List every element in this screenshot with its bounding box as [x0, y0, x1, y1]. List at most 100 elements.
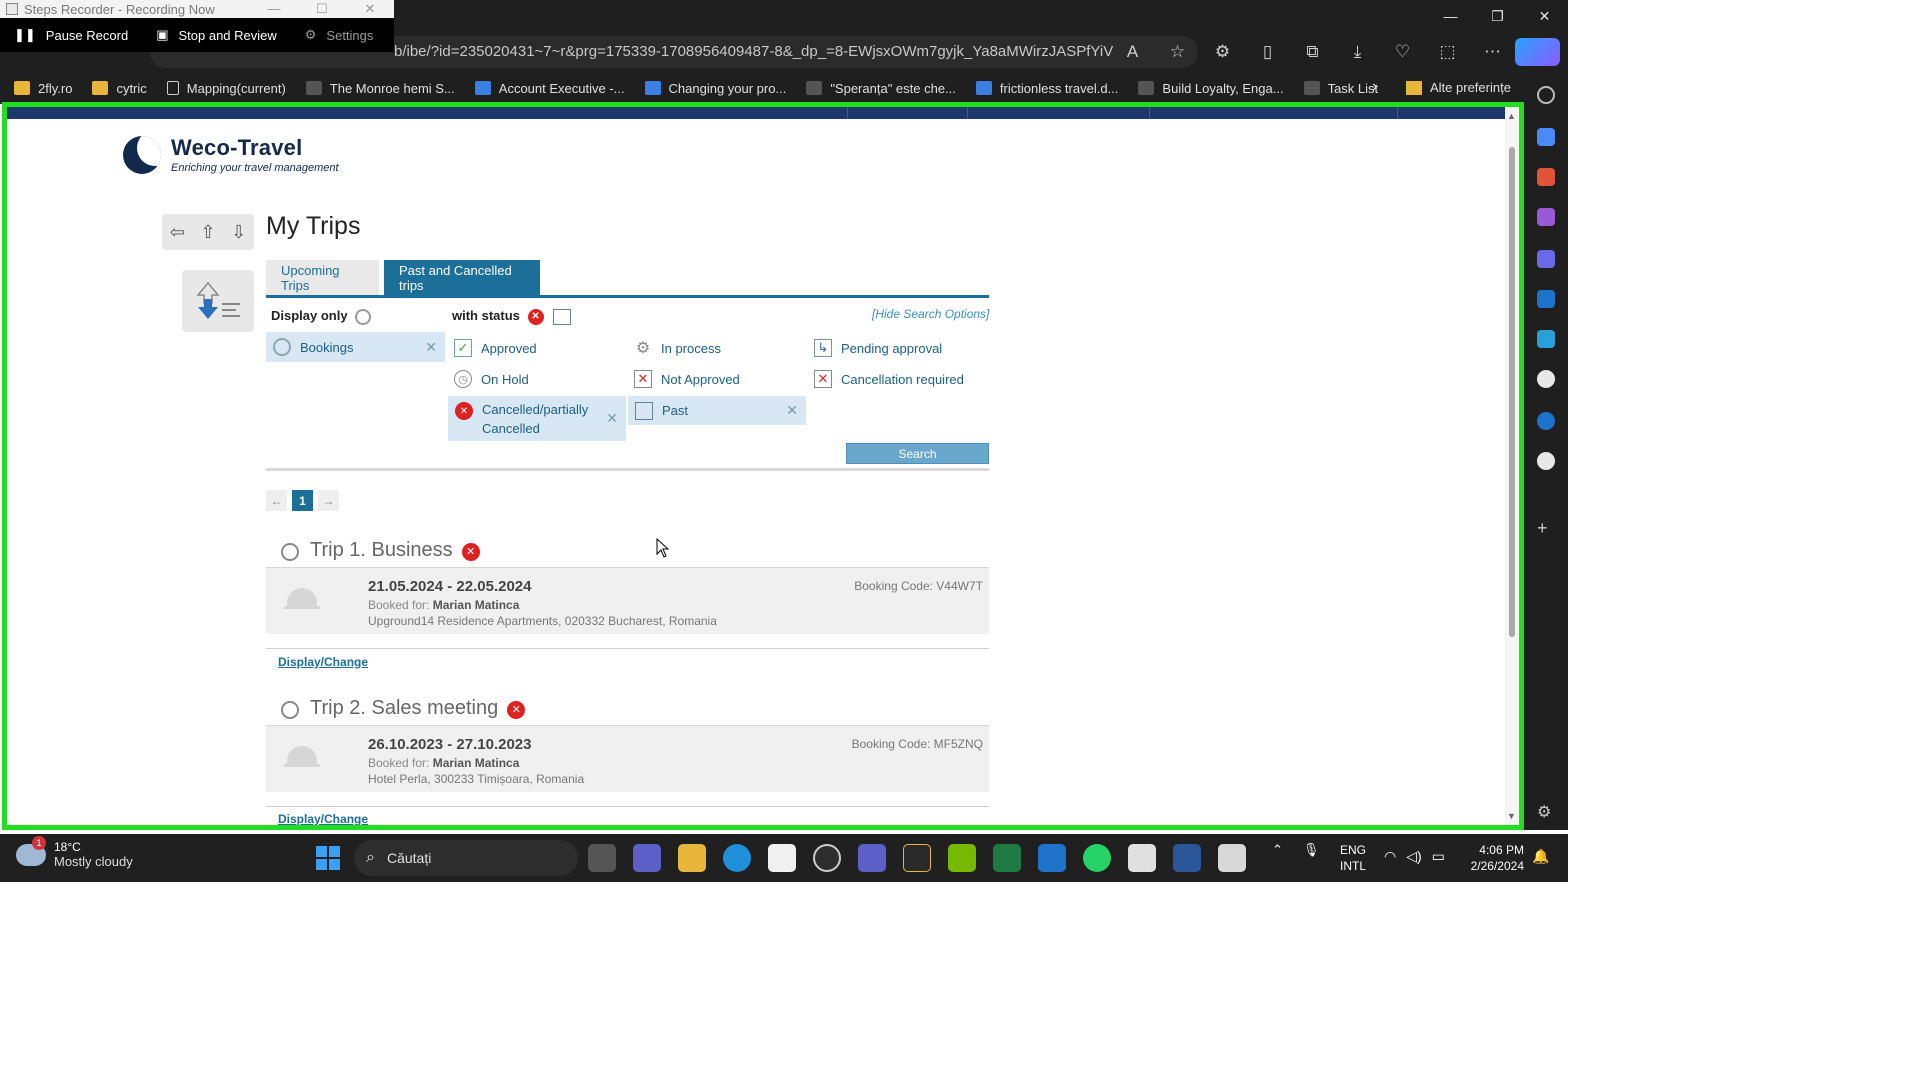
recorder-close-icon[interactable]: ✕: [346, 1, 394, 17]
filter-pending-approval[interactable]: ↳ Pending approval: [814, 339, 942, 357]
hide-search-options-link[interactable]: [Hide Search Options]: [872, 307, 989, 321]
outlook-icon[interactable]: [1038, 844, 1066, 872]
close-icon[interactable]: ✕: [1521, 0, 1568, 32]
status-icons[interactable]: ◠ ◁) ▭: [1384, 848, 1445, 865]
steps-recorder-icon[interactable]: [1128, 844, 1156, 872]
page-1-button[interactable]: 1: [292, 490, 313, 511]
collections-icon[interactable]: ⧉: [1290, 42, 1335, 62]
downloads-icon[interactable]: ⤓: [1335, 42, 1380, 62]
a-icon[interactable]: [1537, 412, 1555, 430]
tab-upcoming-trips[interactable]: Upcoming Trips: [266, 260, 379, 295]
scroll-down-icon[interactable]: ▼: [1507, 811, 1516, 821]
teams-work-icon[interactable]: [858, 844, 886, 872]
store-icon[interactable]: [768, 844, 796, 872]
task-view-icon[interactable]: [588, 844, 616, 872]
microphone-icon[interactable]: 🎙: [1303, 842, 1320, 858]
filter-cancellation-required[interactable]: ✕ Cancellation required: [814, 370, 964, 388]
filter-on-hold[interactable]: ◷ On Hold: [454, 370, 529, 388]
file-explorer-icon[interactable]: [678, 844, 706, 872]
scroll-thumb[interactable]: [1509, 147, 1515, 637]
dell-icon[interactable]: [813, 844, 841, 872]
bookmark-label: Task List: [1327, 80, 1379, 96]
page-scrollbar[interactable]: ▲ ▼: [1505, 107, 1519, 825]
bookmark-item[interactable]: Account Executive -...: [474, 81, 625, 96]
teams-icon[interactable]: [633, 844, 661, 872]
remove-filter-icon[interactable]: ✕: [606, 410, 618, 427]
bookmark-item[interactable]: The Monroe hemi S...: [305, 81, 455, 96]
word-icon[interactable]: [1173, 844, 1201, 872]
send-icon[interactable]: [1537, 330, 1555, 348]
down-arrow-icon[interactable]: ⇩: [231, 222, 246, 243]
filter-in-process[interactable]: ⚙ In process: [634, 339, 721, 357]
filter-bookings[interactable]: Bookings ✕: [266, 332, 445, 362]
filter-cancelled[interactable]: ✕ Cancelled/partially Cancelled ✕: [448, 396, 626, 441]
language-indicator[interactable]: ENG INTL: [1340, 842, 1366, 874]
outlook-icon[interactable]: [1537, 290, 1555, 308]
next-page-button[interactable]: →: [318, 490, 339, 511]
bookmark-item[interactable]: Build Loyalty, Enga...: [1138, 81, 1284, 96]
bookmark-item[interactable]: "Speranța" este che...: [806, 81, 956, 96]
performance-icon[interactable]: ♡: [1380, 42, 1425, 62]
toolbox-icon[interactable]: [1537, 168, 1555, 186]
bookmark-item[interactable]: Task List: [1303, 80, 1379, 96]
chess-icon[interactable]: [1537, 208, 1555, 226]
minimize-icon[interactable]: —: [1427, 0, 1474, 32]
start-button[interactable]: [316, 846, 340, 870]
snipping-tool-icon[interactable]: [1218, 844, 1246, 872]
favorite-star-icon[interactable]: ☆: [1155, 42, 1200, 62]
folder-icon: [92, 81, 109, 95]
read-aloud-icon[interactable]: A: [1110, 42, 1155, 62]
chevron-up-icon[interactable]: ⌃: [1272, 842, 1283, 858]
bookmark-item[interactable]: cytric: [92, 81, 147, 96]
add-icon[interactable]: +: [1537, 518, 1555, 538]
nvidia-icon[interactable]: [948, 844, 976, 872]
whatsapp-icon[interactable]: [1083, 844, 1111, 872]
bookmark-item[interactable]: frictionless travel.d...: [975, 81, 1118, 96]
copilot-icon[interactable]: [1515, 38, 1560, 66]
display-change-link[interactable]: Display/Change: [278, 655, 368, 669]
extensions-icon[interactable]: ⚙: [1200, 42, 1245, 62]
split-screen-icon[interactable]: ▯: [1245, 42, 1290, 62]
notification-bell-icon[interactable]: 🔔: [1532, 848, 1549, 865]
prev-page-button[interactable]: ←: [266, 490, 287, 511]
url-text[interactable]: b/ibe/?id=235020431~7~r&prg=175339-17089…: [394, 43, 1114, 60]
scroll-up-icon[interactable]: ▲: [1507, 111, 1516, 121]
stop-and-review-button[interactable]: ▣ Stop and Review: [142, 18, 291, 52]
remove-filter-icon[interactable]: ✕: [786, 402, 798, 419]
excel-icon[interactable]: [993, 844, 1021, 872]
chevron-right-icon[interactable]: ›: [1372, 78, 1377, 96]
gear-icon[interactable]: ⚙: [1537, 802, 1555, 821]
clock[interactable]: 4:06 PM 2/26/2024: [1464, 842, 1524, 874]
more-icon[interactable]: ⋯: [1470, 42, 1515, 62]
taskbar-search[interactable]: ⌕ Căutați: [354, 840, 578, 876]
search-button[interactable]: Search: [846, 443, 989, 464]
filter-past[interactable]: Past ✕: [628, 396, 806, 425]
screenshot-icon[interactable]: ⬚: [1425, 42, 1470, 62]
other-bookmarks[interactable]: Alte preferințe: [1406, 80, 1511, 95]
settings-button[interactable]: ⚙ Settings: [291, 18, 388, 52]
bookmark-item[interactable]: Changing your pro...: [644, 81, 786, 96]
back-arrow-icon[interactable]: ⇦: [170, 222, 185, 243]
recorder-minimize-icon[interactable]: —: [250, 1, 298, 17]
restore-icon[interactable]: ❐: [1474, 0, 1521, 32]
copilot-icon[interactable]: [1537, 250, 1555, 268]
tag-icon[interactable]: [1537, 128, 1555, 146]
recorder-maximize-icon[interactable]: ☐: [298, 1, 346, 17]
display-change-link[interactable]: Display/Change: [278, 812, 368, 825]
up-arrow-icon[interactable]: ⇧: [200, 222, 215, 243]
filter-approved[interactable]: ✓ Approved: [454, 339, 537, 357]
site-logo[interactable]: Weco-Travel Enriching your travel manage…: [123, 135, 339, 174]
bookmark-item[interactable]: Mapping(current): [166, 81, 286, 96]
weco-icon[interactable]: [1537, 452, 1555, 470]
filter-not-approved[interactable]: ✕ Not Approved: [634, 370, 740, 388]
tab-past-cancelled-trips[interactable]: Past and Cancelled trips: [384, 260, 540, 295]
edge-icon[interactable]: [723, 844, 751, 872]
pause-record-button[interactable]: ❚❚ Pause Record: [0, 18, 142, 52]
remove-filter-icon[interactable]: ✕: [425, 339, 437, 356]
plex-icon[interactable]: [903, 844, 931, 872]
bookmark-item[interactable]: 2fly.ro: [14, 81, 72, 96]
search-icon[interactable]: [1537, 86, 1555, 104]
weco-icon[interactable]: [1537, 370, 1555, 388]
weather-widget[interactable]: 1 18°C Mostly cloudy: [16, 835, 133, 869]
sort-trips-icon[interactable]: [182, 270, 254, 332]
